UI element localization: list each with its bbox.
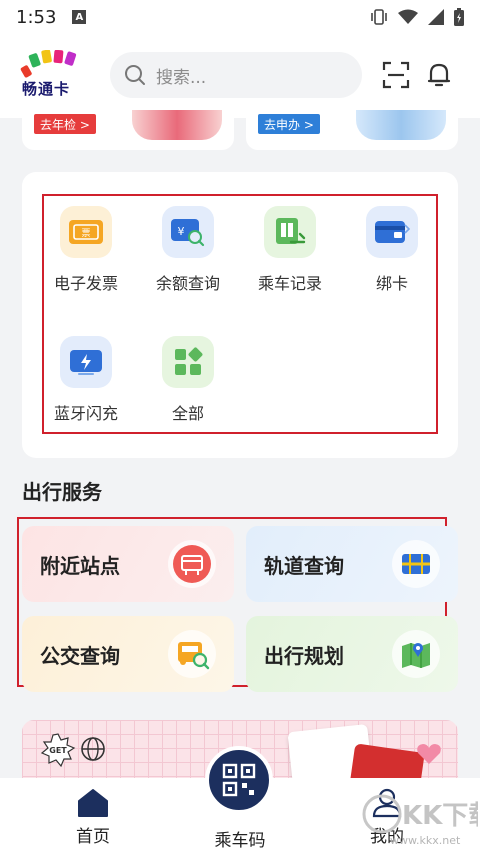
function-item-bluetooth-charge[interactable]: 蓝牙闪充 — [38, 336, 134, 436]
svg-text:¥: ¥ — [178, 225, 185, 238]
search-bar[interactable]: 搜索... — [110, 52, 362, 98]
card-illustration — [132, 110, 222, 140]
apply-card-card[interactable]: 去申办 > — [246, 110, 458, 150]
nav-home-label: 首页 — [76, 827, 110, 847]
metro-icon — [392, 540, 440, 588]
function-label: 余额查询 — [155, 274, 220, 293]
bind-card-icon — [366, 206, 418, 258]
function-label: 蓝牙闪充 — [53, 404, 118, 423]
function-item-balance[interactable]: ¥ 余额查询 — [140, 206, 236, 306]
function-item-invoice[interactable]: 票 电子发票 — [38, 206, 134, 306]
bus-query-tile[interactable]: 公交查询 — [22, 616, 234, 692]
heart-icon — [417, 744, 441, 764]
all-grid-icon — [162, 336, 214, 388]
invoice-icon: 票 — [60, 206, 112, 258]
apply-card-tag: 去申办 > — [258, 114, 320, 134]
travel-services-title: 出行服务 — [22, 480, 102, 504]
svg-text:www.kkx.net: www.kkx.net — [390, 834, 461, 847]
balance-query-icon: ¥ — [162, 206, 214, 258]
qr-code-icon — [222, 763, 256, 797]
function-label: 全部 — [171, 404, 204, 423]
home-icon — [78, 789, 108, 817]
notification-a-icon: A — [72, 10, 87, 24]
ride-record-icon — [264, 206, 316, 258]
logo-text: 畅通卡 — [22, 80, 71, 98]
svg-text:KK下载: KK下载 — [402, 801, 478, 831]
metro-query-tile[interactable]: 轨道查询 — [246, 526, 458, 602]
svg-text:GET: GET — [49, 746, 67, 755]
bus-stop-icon — [168, 540, 216, 588]
function-label: 电子发票 — [53, 274, 118, 293]
bus-search-icon — [168, 630, 216, 678]
search-icon — [125, 65, 145, 85]
tile-label: 轨道查询 — [264, 553, 344, 578]
tile-label: 附近站点 — [40, 553, 120, 578]
search-placeholder: 搜索... — [156, 67, 207, 88]
battery-icon — [454, 8, 464, 26]
vibrate-icon — [371, 9, 387, 25]
map-pin-icon — [392, 630, 440, 678]
ride-code-label[interactable]: 乘车码 — [196, 826, 284, 851]
bluetooth-charge-icon — [60, 336, 112, 388]
wifi-icon — [398, 9, 418, 24]
signal-icon — [428, 9, 444, 25]
function-label: 绑卡 — [375, 274, 408, 293]
trip-planning-tile[interactable]: 出行规划 — [246, 616, 458, 692]
get-badge-icon: GET — [40, 733, 76, 768]
status-bar: 1:53 A — [0, 0, 480, 34]
svg-text:票: 票 — [81, 228, 90, 239]
annual-inspection-tag: 去年检 > — [34, 114, 96, 134]
function-item-ride-record[interactable]: 乘车记录 — [242, 206, 338, 306]
app-header: 畅通卡 搜索... — [0, 34, 480, 118]
card-illustration — [356, 110, 446, 140]
kk-download-watermark: KK下载 www.kkx.net — [362, 794, 478, 847]
bell-icon[interactable] — [427, 61, 451, 89]
annual-inspection-card[interactable]: 去年检 > — [22, 110, 234, 150]
function-item-all[interactable]: 全部 — [140, 336, 236, 436]
scan-icon[interactable] — [382, 61, 410, 89]
tile-label: 公交查询 — [40, 643, 120, 668]
function-label: 乘车记录 — [257, 274, 322, 293]
tile-label: 出行规划 — [264, 643, 344, 668]
nav-home[interactable]: 首页 — [48, 788, 138, 847]
globe-icon — [81, 737, 105, 761]
function-item-bind-card[interactable]: 绑卡 — [344, 206, 440, 306]
nearby-stations-tile[interactable]: 附近站点 — [22, 526, 234, 602]
ride-code-button[interactable] — [205, 746, 273, 814]
status-time: 1:53 — [16, 6, 57, 28]
